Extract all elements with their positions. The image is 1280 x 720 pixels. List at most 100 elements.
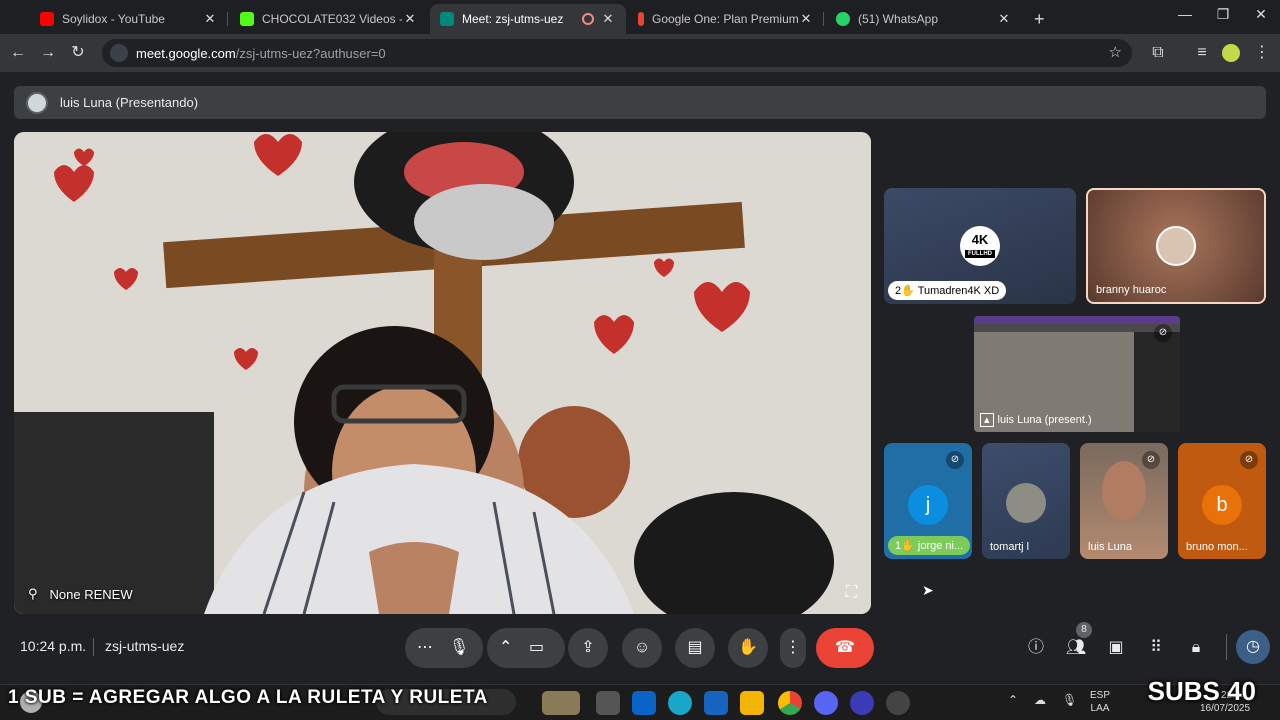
whatsapp-icon: [836, 12, 850, 26]
tile-name-pill: 2✋ Tumadren4K XD: [888, 281, 1007, 300]
tab-kick[interactable]: CHOCOLATE032 Videos - Watch ✕: [230, 4, 428, 34]
raised-hand-icon: ✋: [901, 285, 918, 297]
participant-tile-tomartj[interactable]: tomartj l: [982, 443, 1070, 559]
discord-icon[interactable]: [814, 691, 838, 715]
taskbar-widget-icon[interactable]: [542, 691, 580, 715]
captions-button[interactable]: ▤: [675, 628, 715, 668]
people-icon[interactable]: 👥︎: [1064, 636, 1088, 660]
file-explorer-icon[interactable]: [740, 691, 764, 715]
tab-title: CHOCOLATE032 Videos - Watch: [262, 12, 402, 26]
participant-tile-jorge[interactable]: ⊘ j 1✋ jorge ni...: [884, 443, 972, 559]
back-icon[interactable]: ←: [8, 43, 28, 63]
activities-icon[interactable]: ⠿: [1144, 636, 1168, 660]
captions-icon: ▤: [687, 639, 703, 656]
tab-whatsapp[interactable]: (51) WhatsApp ✕: [826, 4, 1022, 34]
media-control-icon[interactable]: ≡: [1192, 43, 1212, 63]
url-path: /zsj-utms-uez?authuser=0: [235, 45, 386, 61]
maximize-icon[interactable]: ❐: [1204, 6, 1242, 23]
close-window-icon[interactable]: ✕: [1242, 6, 1280, 23]
participant-tile-luis[interactable]: ⊘ luis Luna: [1080, 443, 1168, 559]
screen-share-preview-sidebar: [1134, 332, 1180, 432]
raise-hand-button[interactable]: ✋: [728, 628, 768, 668]
profile-avatar[interactable]: [1222, 44, 1240, 62]
tile-name: jorge ni...: [917, 540, 964, 552]
tile-label: ▴ luis Luna (present.): [980, 413, 1092, 427]
tile-name: branny huaroc: [1096, 284, 1167, 296]
participant-tile-presentation[interactable]: ⊘ ▴ luis Luna (present.): [974, 316, 1180, 432]
participant-tile-branny[interactable]: branny huaroc: [1086, 188, 1266, 304]
close-icon[interactable]: ✕: [798, 11, 814, 27]
network-icon[interactable]: ☁: [1034, 694, 1046, 707]
outlook-icon[interactable]: [632, 691, 656, 715]
bookmark-star-icon[interactable]: ☆: [1109, 43, 1122, 61]
present-screen-icon: ▴: [980, 413, 994, 427]
tile-name: luis Luna: [1088, 541, 1133, 553]
raised-hand-icon: ✋: [901, 540, 918, 552]
tray-mic-icon[interactable]: 🎙︎: [1062, 694, 1077, 707]
edge-icon[interactable]: [668, 691, 692, 715]
participant-tile-bruno[interactable]: ⊘ b bruno mon...: [1178, 443, 1266, 559]
reload-icon[interactable]: ↻: [68, 43, 88, 63]
chrome-icon[interactable]: [778, 691, 802, 715]
presenter-avatar: [26, 91, 48, 114]
site-info-icon[interactable]: [110, 44, 128, 62]
language-indicator[interactable]: ESP LAA: [1090, 689, 1110, 715]
tile-name-pill: 1✋ jorge ni...: [888, 536, 971, 555]
close-icon[interactable]: ✕: [600, 11, 616, 27]
close-icon[interactable]: ✕: [202, 11, 218, 27]
tab-meet[interactable]: Meet: zsj-utms-uez ✕: [430, 4, 626, 34]
camera-options-icon[interactable]: ⌃: [499, 639, 512, 656]
subscriber-counter: SUBS 40: [1147, 676, 1256, 706]
kick-icon: [240, 12, 254, 26]
muted-mic-icon: ⊘: [946, 451, 964, 469]
avatar-badge-subtext: FULLHD: [965, 250, 995, 258]
tile-face: [1102, 461, 1146, 521]
youtube-icon: [40, 12, 54, 26]
browser-toolbar: ← → ↻ meet.google.com/zsj-utms-uez?authu…: [0, 34, 1280, 72]
presenting-label: luis Luna (Presentando): [60, 95, 199, 110]
camera-icon[interactable]: ▭: [529, 628, 544, 668]
main-speaker-name: None RENEW: [49, 586, 133, 602]
address-bar[interactable]: meet.google.com/zsj-utms-uez?authuser=0 …: [102, 39, 1132, 67]
more-options-button[interactable]: ⋮: [780, 628, 806, 668]
meeting-controls: 10:24 p.m. zsj-utms-uez ⋯ 🎙︎ ⌃ ▭ ⇪ ☺ ▤ ✋…: [0, 622, 1280, 674]
app-icon[interactable]: [850, 691, 874, 715]
participant-tile-tumadren[interactable]: 4K FULLHD 2✋ Tumadren4K XD: [884, 188, 1076, 304]
main-speaker-label: ⚲ None RENEW: [28, 586, 133, 602]
url-host: meet.google.com: [136, 45, 236, 61]
tab-google-one[interactable]: Google One: Plan Premium ✕: [628, 4, 824, 34]
close-icon[interactable]: ✕: [402, 11, 418, 27]
more-mic-options-icon[interactable]: ⋯: [417, 639, 433, 656]
leave-call-button[interactable]: ☎: [816, 628, 874, 668]
pin-icon[interactable]: ⚲: [28, 586, 38, 602]
obs-icon[interactable]: [886, 691, 910, 715]
chat-icon[interactable]: ▣: [1104, 636, 1128, 660]
timer-icon[interactable]: ◷: [1236, 630, 1270, 664]
screen-share-preview-header: [974, 316, 1180, 324]
meeting-code: zsj-utms-uez: [105, 638, 185, 654]
tile-avatar: [1156, 226, 1196, 266]
present-screen-button[interactable]: ⇪: [568, 628, 608, 668]
tab-youtube[interactable]: Soylidox - YouTube ✕: [30, 4, 228, 34]
meeting-info-icon[interactable]: ⓘ: [1024, 636, 1048, 660]
forward-icon[interactable]: →: [38, 43, 58, 63]
muted-mic-icon: ⊘: [1142, 451, 1160, 469]
tab-title: Google One: Plan Premium: [652, 12, 798, 26]
close-icon[interactable]: ✕: [996, 11, 1012, 27]
hand-icon: ✋: [738, 639, 758, 656]
host-controls-icon[interactable]: 🔒︎: [1184, 636, 1208, 660]
tile-name: Tumadren4K XD: [917, 285, 1000, 297]
extensions-icon[interactable]: ⧉: [1148, 43, 1168, 63]
crop-icon[interactable]: ⛶: [846, 584, 857, 602]
browser-menu-icon[interactable]: ⋮: [1252, 43, 1272, 63]
more-vertical-icon: ⋮: [785, 639, 801, 656]
store-icon[interactable]: [704, 691, 728, 715]
tray-overflow-icon[interactable]: ⌃: [1008, 694, 1018, 707]
main-speaker-video[interactable]: ⚲ None RENEW ⛶: [14, 132, 871, 614]
tile-name: tomartj l: [990, 541, 1030, 553]
new-tab-button[interactable]: +: [1024, 4, 1052, 34]
minimize-icon[interactable]: —: [1166, 6, 1204, 22]
reactions-button[interactable]: ☺: [622, 628, 662, 668]
task-view-icon[interactable]: [596, 691, 620, 715]
mic-icon[interactable]: 🎙︎: [449, 628, 469, 668]
